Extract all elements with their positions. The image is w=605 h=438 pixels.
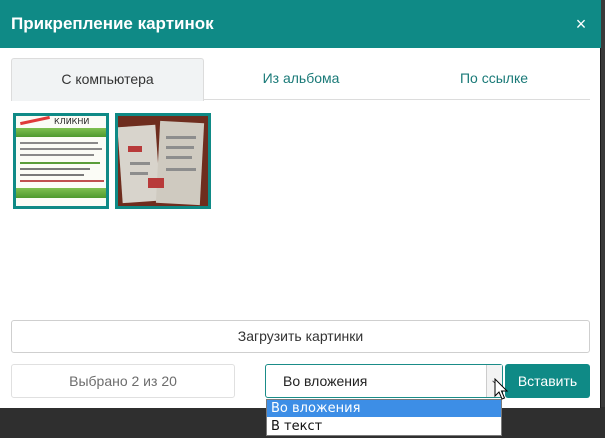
screenshot-preview-image: КЛИКНИ	[16, 116, 106, 206]
dialog-header: Прикрепление картинок ×	[0, 0, 601, 48]
tab-from-album[interactable]: Из альбома	[204, 58, 398, 100]
source-tabs: С компьютера Из альбома По ссылке	[11, 58, 590, 101]
photo-preview-graphic	[118, 116, 208, 206]
insert-button[interactable]: Вставить	[505, 364, 590, 398]
tab-by-link[interactable]: По ссылке	[398, 58, 590, 100]
dialog-title: Прикрепление картинок	[11, 14, 214, 33]
selected-count-indicator: Выбрано 2 из 20	[11, 364, 235, 398]
insert-mode-option-text[interactable]: В текст	[267, 418, 501, 435]
mouse-cursor-icon	[494, 378, 509, 400]
upload-images-button[interactable]: Загрузить картинки	[11, 320, 590, 353]
image-thumbnail[interactable]: КЛИКНИ	[13, 113, 109, 209]
red-arrow	[20, 116, 50, 126]
close-icon[interactable]: ×	[571, 14, 591, 34]
photo-preview-image	[118, 116, 208, 206]
thumbnail-caption: КЛИКНИ	[54, 117, 90, 126]
image-thumbnail[interactable]	[115, 113, 211, 209]
tab-from-computer[interactable]: С компьютера	[11, 58, 204, 101]
insert-mode-select[interactable]: Во вложения ⌄	[265, 364, 503, 398]
insert-mode-value: Во вложения	[283, 373, 368, 389]
insert-mode-dropdown: Во вложения В текст	[266, 399, 502, 436]
insert-mode-option-attachments[interactable]: Во вложения	[267, 400, 501, 417]
attach-images-dialog: Прикрепление картинок × С компьютера Из …	[0, 0, 601, 408]
